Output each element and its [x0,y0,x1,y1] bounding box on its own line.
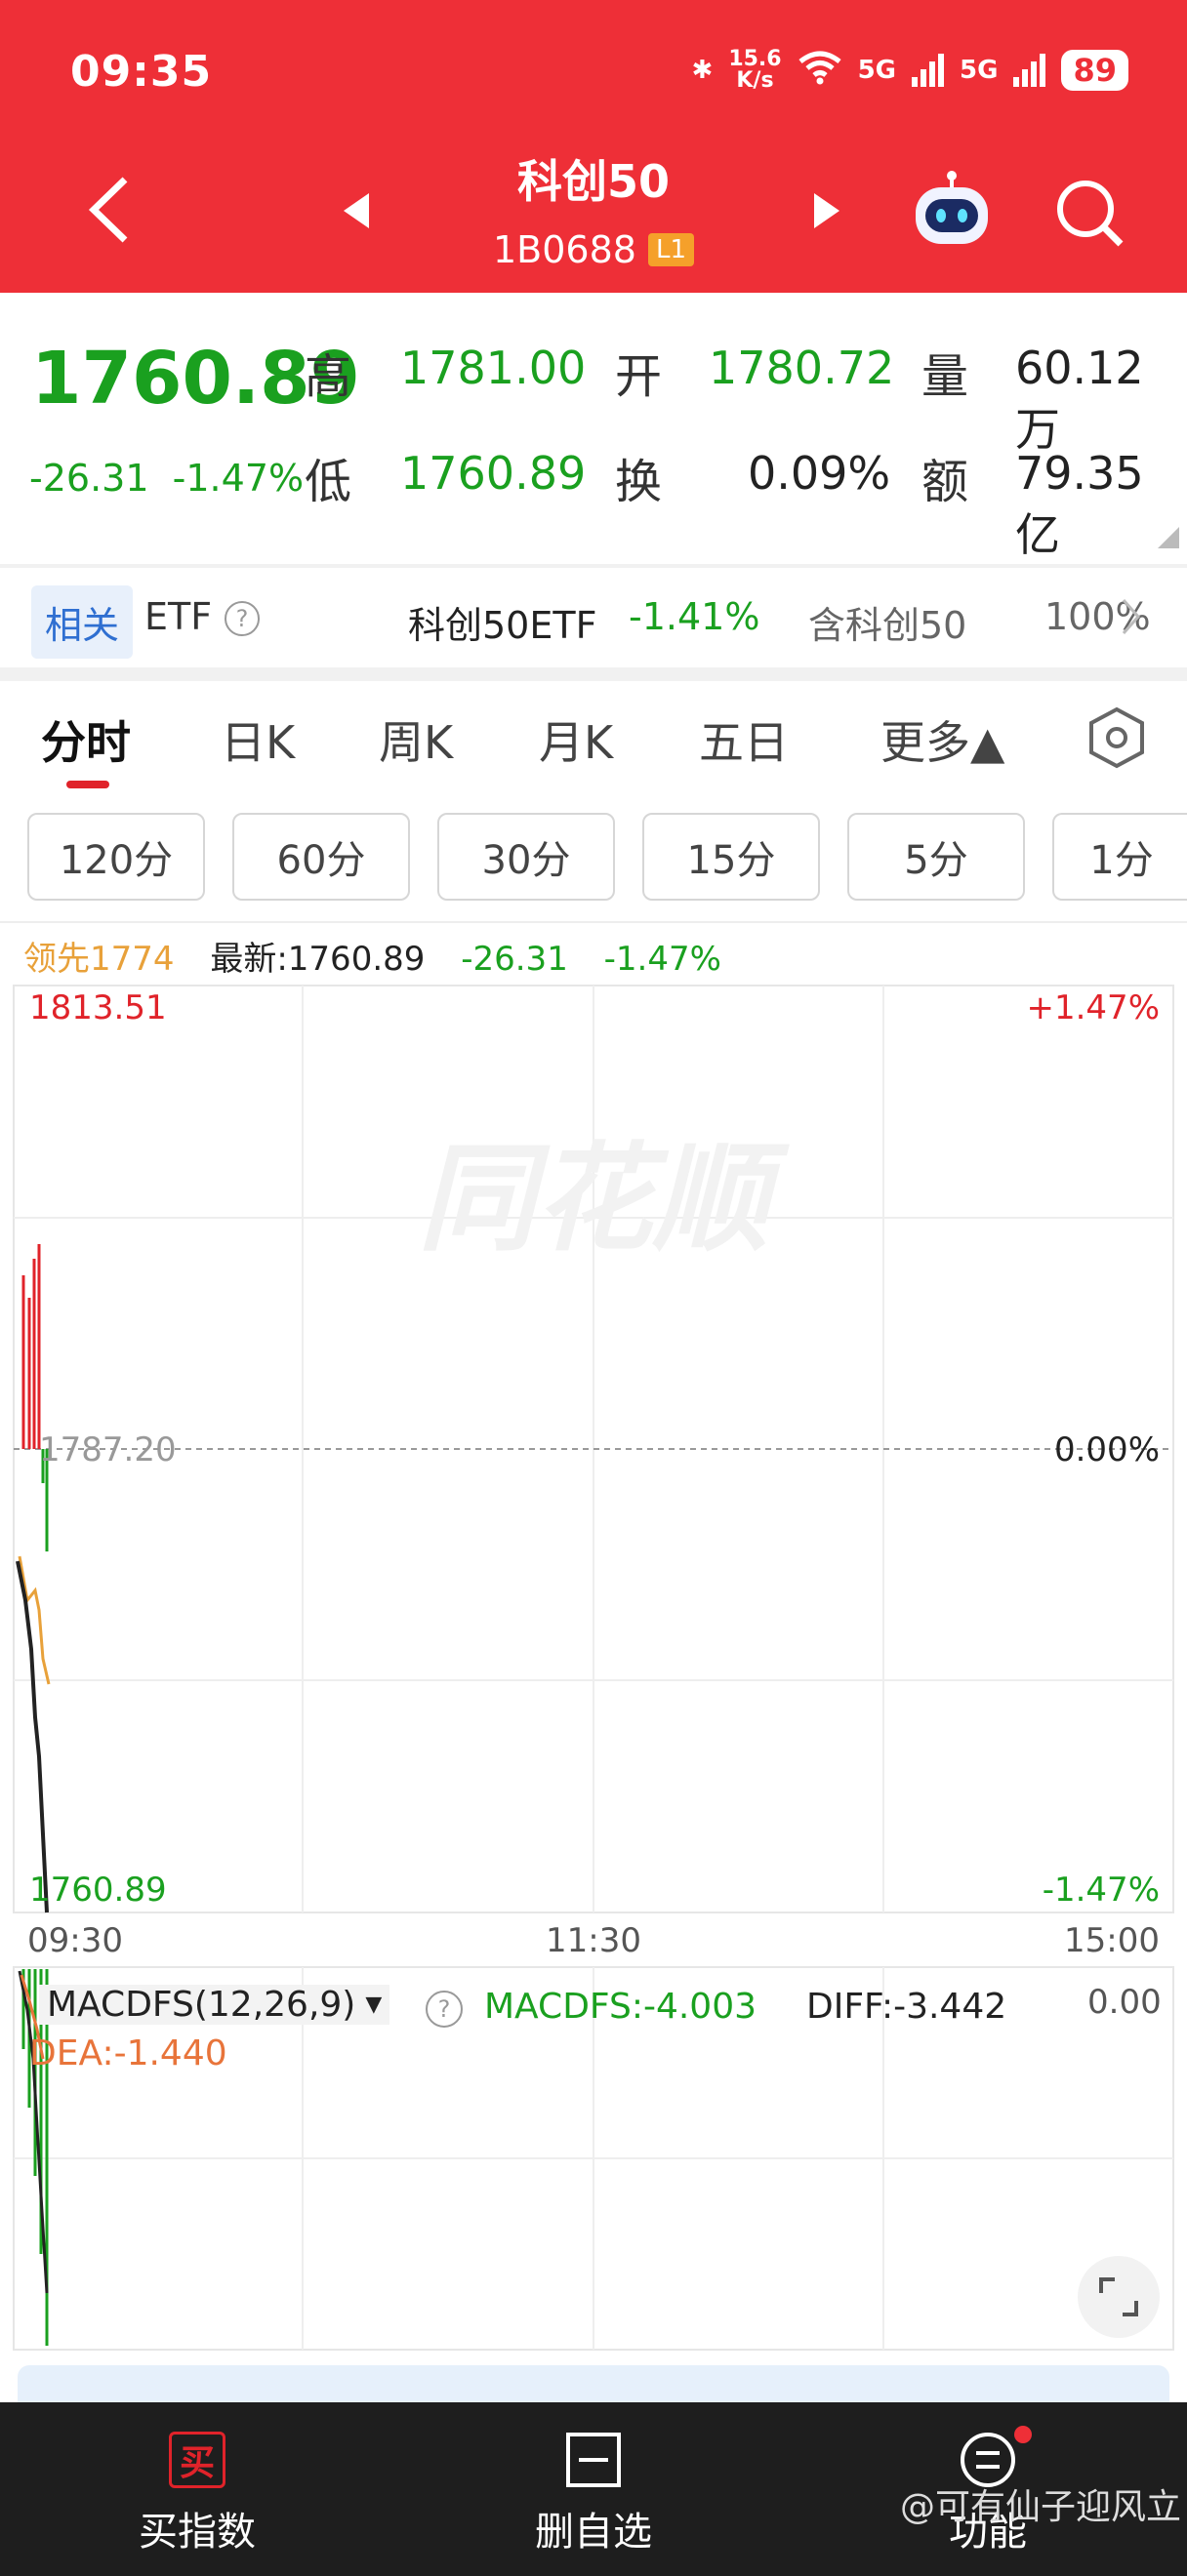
tab-weekly-k[interactable]: 周K [379,707,453,772]
etf-label: ETF [144,595,213,638]
tab-more[interactable]: 更多▲ [880,707,1004,772]
open-label: 开 [615,349,663,404]
time-end-label: 15:00 [1064,1921,1160,1960]
minus-square-icon [565,2432,622,2488]
app-header: 09:35 ✱ 15.6 K/s 5G 5G 89 科创50 1B0688 L1 [0,0,1187,293]
notification-dot [1014,2426,1032,2443]
etf-change: -1.41% [629,595,760,638]
amount-label: 额 [921,455,969,509]
etf-row[interactable]: 相关 ETF ? 科创50ETF -1.41% 含科创50 100% [0,576,1187,664]
period-120min[interactable]: 120分 [27,813,205,901]
buy-label: 买指数 [139,2510,256,2555]
price-line [16,1560,49,1913]
signal-icon-2 [1013,54,1046,87]
bottom-price-label: 1760.89 [29,1871,167,1910]
settings-hexagon-icon[interactable] [1087,706,1146,773]
leader-value: 领先1774 [23,940,175,979]
help-icon[interactable]: ? [225,601,260,636]
next-stock-icon[interactable] [812,191,843,234]
status-time: 09:35 [70,47,213,97]
wifi-icon [798,50,842,92]
weibo-watermark: @可有仙子迎风立 [899,2487,1181,2527]
status-icons: ✱ 15.6 K/s 5G 5G 89 [692,49,1128,92]
level-badge: L1 [647,233,694,266]
macd-zero-label: 0.00 [1087,1983,1162,2022]
sim2-label: 5G [960,56,999,85]
info-change: -26.31 [461,940,568,979]
mid-pct-label: 0.00% [1054,1430,1160,1469]
expand-corner-icon[interactable] [1158,527,1179,548]
open-value: 1780.72 [709,342,895,394]
diff-value: DIFF:-3.442 [806,1987,1007,2027]
volume-label: 量 [921,349,969,404]
period-60min[interactable]: 60分 [232,813,410,901]
top-price-label: 1813.51 [29,988,167,1027]
buy-index-button[interactable]: 买 买指数 [90,2432,305,2556]
net-speed: 15.6 K/s [728,47,782,93]
period-30min[interactable]: 30分 [437,813,615,901]
watermark-logo: 同花顺 [418,1132,790,1268]
tab-daily-k[interactable]: 日K [221,707,295,772]
robot-assistant-icon[interactable] [910,168,994,256]
latest-value: 最新:1760.89 [210,940,426,979]
low-value: 1760.89 [400,447,587,500]
divider [0,564,1187,568]
title-block: 科创50 1B0688 L1 [0,146,1187,271]
period-15min[interactable]: 15分 [642,813,820,901]
remove-watchlist-button[interactable]: 删自选 [486,2432,701,2556]
related-tag: 相关 [31,585,134,659]
buy-icon: 买 [169,2432,225,2488]
fullscreen-icon[interactable] [1078,2256,1160,2338]
tab-monthly-k[interactable]: 月K [539,707,613,772]
intraday-chart[interactable]: 同花顺 1813.51 +1.47% 1787.20 0.00% 1760.89… [0,976,1187,2371]
high-label: 高 [305,349,352,404]
sim1-label: 5G [857,56,897,85]
chevron-right-icon [1121,597,1142,645]
time-mid-label: 11:30 [546,1921,641,1960]
dea-value: DEA:-1.440 [29,2033,227,2073]
etf-name: 科创50ETF [408,604,597,647]
signal-icon [912,54,945,87]
tick-bars [21,1244,49,1551]
low-label: 低 [305,455,352,509]
bluetooth-icon: ✱ [691,56,714,85]
period-1min[interactable]: 1分 [1052,813,1187,901]
section-divider [0,667,1187,681]
turnover-value: 0.09% [748,447,891,500]
time-start-label: 09:30 [27,1921,123,1960]
divider [0,921,1187,923]
blue-banner-strip [18,2365,1169,2404]
bottom-pct-label: -1.47% [1043,1871,1160,1910]
battery-level: 89 [1061,50,1128,91]
search-icon[interactable] [1052,176,1126,254]
avg-price-line [18,1555,51,1685]
volume-value: 60.12万 [1015,342,1144,456]
tab-five-day[interactable]: 五日 [699,707,789,772]
stock-code: 1B0688 [493,228,636,271]
turnover-label: 换 [615,455,663,509]
price-change: -26.31 -1.47% [29,457,305,500]
macd-name: MACDFS(12,26,9) [47,1985,356,2025]
macd-help-icon[interactable]: ? [426,1991,463,2028]
top-pct-label: +1.47% [1027,988,1161,1027]
tab-intraday[interactable]: 分时 [41,707,131,772]
contains-label: 含科创50 [808,604,967,647]
mid-price-label: 1787.20 [39,1430,177,1469]
chart-info-row: 领先1774 最新:1760.89 -26.31 -1.47% [23,932,747,980]
period-5min[interactable]: 5分 [847,813,1025,901]
caret-down-icon: ▼ [365,1992,383,2017]
info-change-pct: -1.47% [603,940,721,979]
macdfs-value: MACDFS:-4.003 [484,1987,757,2027]
active-tab-indicator [66,781,109,788]
macd-selector[interactable]: MACDFS(12,26,9) ▼ [39,1985,390,2025]
delete-label: 删自选 [535,2510,652,2555]
page-title: 科创50 [516,155,670,208]
high-value: 1781.00 [400,342,587,394]
